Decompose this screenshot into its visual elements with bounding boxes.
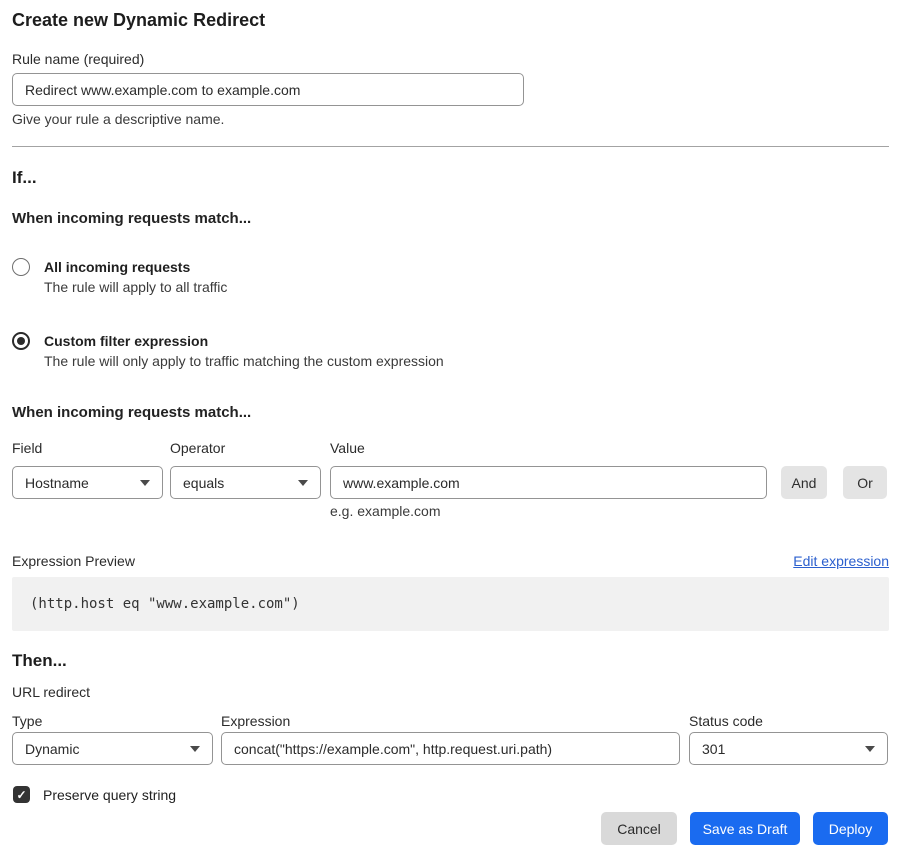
expression-preview-code: (http.host eq "www.example.com") [12,577,889,631]
expression-preview-label: Expression Preview [12,553,135,569]
type-select-value: Dynamic [25,741,79,757]
radio-description: The rule will only apply to traffic matc… [44,351,444,372]
value-label: Value [330,440,365,456]
rule-name-help: Give your rule a descriptive name. [12,111,224,127]
url-redirect-label: URL redirect [12,684,90,700]
redirect-expression-input[interactable] [221,732,680,765]
match-heading-1: When incoming requests match... [12,210,251,227]
redirect-expression-label: Expression [221,713,290,729]
page-title: Create new Dynamic Redirect [12,10,265,31]
save-as-draft-button[interactable]: Save as Draft [690,812,800,845]
radio-all-incoming-requests[interactable]: All incoming requests The rule will appl… [12,257,872,298]
type-label: Type [12,713,42,729]
type-select[interactable]: Dynamic [12,732,213,765]
value-input[interactable] [330,466,767,499]
chevron-down-icon [140,480,150,486]
chevron-down-icon [865,746,875,752]
operator-label: Operator [170,440,225,456]
radio-description: The rule will apply to all traffic [44,277,227,298]
status-code-select[interactable]: 301 [689,732,888,765]
preserve-query-string-label: Preserve query string [43,787,176,803]
if-heading: If... [12,168,37,188]
operator-select-value: equals [183,475,224,491]
checkbox-checked-icon[interactable]: ✓ [13,786,30,803]
radio-circle-icon[interactable] [12,258,30,276]
edit-expression-link[interactable]: Edit expression [793,553,889,569]
expression-code-text: (http.host eq "www.example.com") [30,596,300,612]
or-button[interactable]: Or [843,466,887,499]
field-select[interactable]: Hostname [12,466,163,499]
radio-label: Custom filter expression [44,331,444,351]
radio-custom-filter-expression[interactable]: Custom filter expression The rule will o… [12,331,872,372]
value-hint: e.g. example.com [330,503,441,519]
status-code-value: 301 [702,741,725,757]
operator-select[interactable]: equals [170,466,321,499]
match-heading-2: When incoming requests match... [12,404,251,421]
chevron-down-icon [298,480,308,486]
preserve-query-string-row[interactable]: ✓ Preserve query string [13,786,176,803]
field-label: Field [12,440,42,456]
status-code-label: Status code [689,713,763,729]
and-button[interactable]: And [781,466,827,499]
then-heading: Then... [12,651,67,671]
rule-name-input[interactable] [12,73,524,106]
deploy-button[interactable]: Deploy [813,812,888,845]
chevron-down-icon [190,746,200,752]
radio-label: All incoming requests [44,257,227,277]
radio-circle-selected-icon[interactable] [12,332,30,350]
rule-name-label: Rule name (required) [12,51,144,67]
cancel-button[interactable]: Cancel [601,812,677,845]
field-select-value: Hostname [25,475,89,491]
section-divider [12,146,889,147]
